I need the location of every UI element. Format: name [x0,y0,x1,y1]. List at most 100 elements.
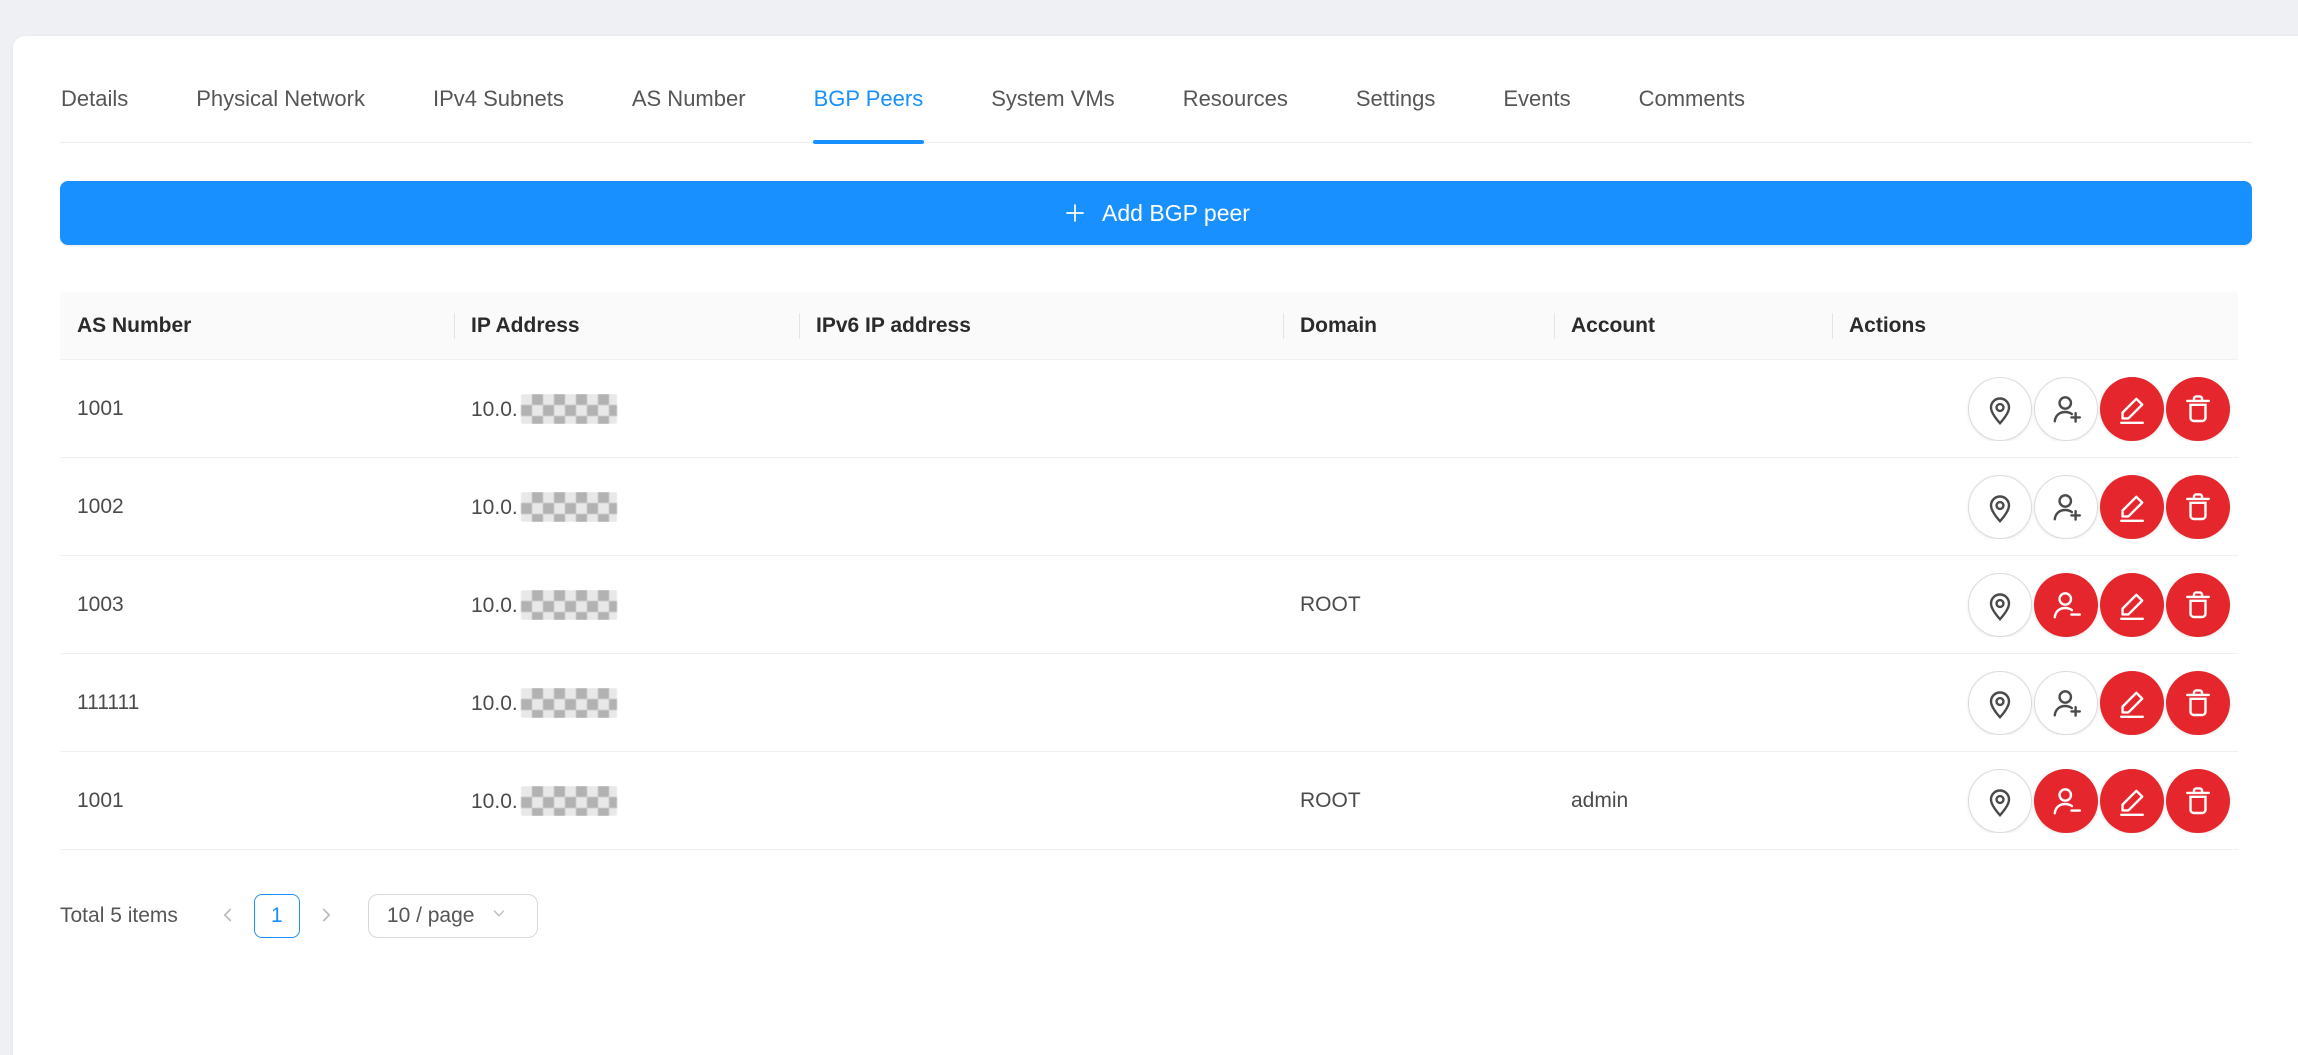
delete-button[interactable] [2166,769,2230,833]
table-row: 1001 10.0. ROOT admin [60,752,2238,850]
cell-actions [1832,769,2238,833]
location-pin-button[interactable] [1968,671,2032,735]
edit-pencil-icon [2114,489,2150,525]
page-size-select[interactable]: 10 / page [368,894,538,938]
location-pin-button[interactable] [1968,475,2032,539]
tab-bar: Details Physical Network IPv4 Subnets AS… [60,70,2252,143]
column-header-ip-address: IP Address [454,292,799,359]
edit-pencil-icon [2114,685,2150,721]
edit-button[interactable] [2100,377,2164,441]
user-account-icon [2048,685,2084,721]
cell-ip-address: 10.0. [454,492,799,522]
chevron-left-icon [217,904,239,929]
location-pin-icon [1982,587,2018,623]
cell-as-number: 1003 [60,593,454,617]
location-pin-button[interactable] [1968,573,2032,637]
cell-account: admin [1554,789,1832,813]
tab-physical-network[interactable]: Physical Network [195,70,366,142]
page-size-value: 10 / page [387,904,475,928]
user-account-icon [2048,587,2084,623]
user-account-icon [2048,783,2084,819]
edit-button[interactable] [2100,671,2164,735]
location-pin-button[interactable] [1968,377,2032,441]
redacted-ip [521,688,617,718]
column-header-domain: Domain [1283,292,1554,359]
redacted-ip [521,786,617,816]
table-row: 1001 10.0. [60,360,2238,458]
cell-domain: ROOT [1283,789,1554,813]
location-pin-icon [1982,685,2018,721]
redacted-ip [521,492,617,522]
cell-domain: ROOT [1283,593,1554,617]
tab-resources[interactable]: Resources [1182,70,1289,142]
delete-button[interactable] [2166,573,2230,637]
column-header-as-number: AS Number [60,292,454,359]
table-row: 1002 10.0. [60,458,2238,556]
cell-as-number: 1001 [60,397,454,421]
cell-ip-address: 10.0. [454,394,799,424]
add-bgp-peer-label: Add BGP peer [1102,200,1250,227]
location-pin-icon [1982,391,2018,427]
user-account-button[interactable] [2034,769,2098,833]
user-account-button[interactable] [2034,573,2098,637]
user-account-button[interactable] [2034,475,2098,539]
cell-as-number: 1002 [60,495,454,519]
user-account-button[interactable] [2034,671,2098,735]
cell-ip-address: 10.0. [454,786,799,816]
trash-icon [2180,587,2216,623]
delete-button[interactable] [2166,377,2230,441]
tab-events[interactable]: Events [1502,70,1571,142]
trash-icon [2180,685,2216,721]
delete-button[interactable] [2166,671,2230,735]
column-header-account: Account [1554,292,1832,359]
pagination: Total 5 items 1 10 / page [60,894,2252,938]
chevron-right-icon [315,904,337,929]
cell-actions [1832,671,2238,735]
column-header-ipv6-address: IPv6 IP address [799,292,1283,359]
content-card: Details Physical Network IPv4 Subnets AS… [13,36,2298,1055]
trash-icon [2180,489,2216,525]
edit-pencil-icon [2114,587,2150,623]
cell-as-number: 1001 [60,789,454,813]
tab-as-number[interactable]: AS Number [631,70,747,142]
edit-button[interactable] [2100,573,2164,637]
tab-comments[interactable]: Comments [1638,70,1746,142]
cell-as-number: 111111 [60,691,454,715]
redacted-ip [521,394,617,424]
cell-actions [1832,475,2238,539]
prev-page-button[interactable] [208,894,248,938]
trash-icon [2180,783,2216,819]
tab-bgp-peers[interactable]: BGP Peers [813,70,925,142]
edit-pencil-icon [2114,391,2150,427]
total-items-label: Total 5 items [60,904,178,928]
cell-actions [1832,377,2238,441]
edit-button[interactable] [2100,769,2164,833]
tab-ipv4-subnets[interactable]: IPv4 Subnets [432,70,565,142]
location-pin-icon [1982,783,2018,819]
page-1-button[interactable]: 1 [254,894,300,938]
tab-system-vms[interactable]: System VMs [990,70,1115,142]
tab-details[interactable]: Details [60,70,129,142]
location-pin-button[interactable] [1968,769,2032,833]
add-bgp-peer-button[interactable]: Add BGP peer [60,181,2252,245]
table-row: 1003 10.0. ROOT [60,556,2238,654]
page-background: Details Physical Network IPv4 Subnets AS… [0,0,2298,1055]
chevron-down-icon [490,904,508,928]
tab-settings[interactable]: Settings [1355,70,1437,142]
cell-ip-address: 10.0. [454,590,799,620]
table-row: 111111 10.0. [60,654,2238,752]
user-account-button[interactable] [2034,377,2098,441]
delete-button[interactable] [2166,475,2230,539]
column-header-actions: Actions [1832,292,2238,359]
edit-button[interactable] [2100,475,2164,539]
user-account-icon [2048,489,2084,525]
table-header-row: AS Number IP Address IPv6 IP address Dom… [60,292,2238,360]
trash-icon [2180,391,2216,427]
cell-actions [1832,573,2238,637]
plus-icon [1062,200,1088,226]
cell-ip-address: 10.0. [454,688,799,718]
next-page-button[interactable] [306,894,346,938]
bgp-peers-table: AS Number IP Address IPv6 IP address Dom… [60,292,2238,850]
location-pin-icon [1982,489,2018,525]
redacted-ip [521,590,617,620]
